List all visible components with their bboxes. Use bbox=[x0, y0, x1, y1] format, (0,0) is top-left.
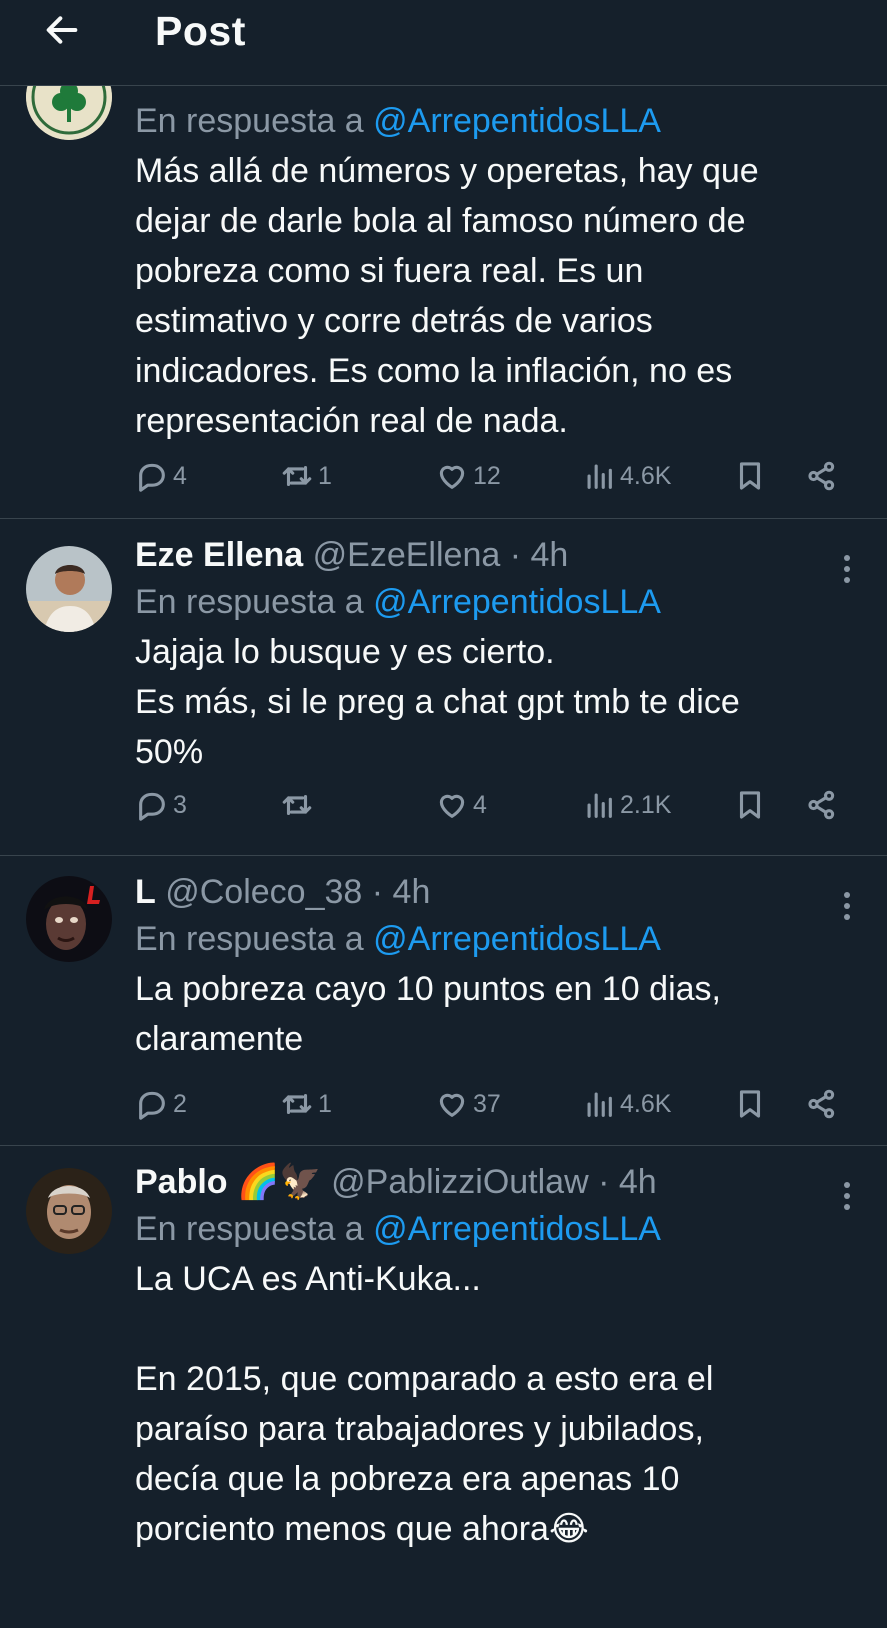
like-count: 37 bbox=[473, 1089, 501, 1118]
repost-icon bbox=[282, 1093, 312, 1115]
reply-icon bbox=[139, 463, 165, 492]
reply-count: 4 bbox=[173, 461, 187, 490]
repost-button[interactable] bbox=[280, 783, 318, 827]
views-button[interactable]: 2.1K bbox=[582, 783, 671, 827]
share-icon bbox=[808, 790, 835, 820]
tweet-text: Más allá de números y operetas, hay que … bbox=[135, 152, 759, 440]
views-button[interactable]: 4.6K bbox=[582, 1082, 671, 1126]
author-line: L @Coleco_38 · 4h bbox=[135, 870, 861, 914]
author-name[interactable]: Eze Ellena bbox=[135, 536, 303, 574]
tweet-text: Jajaja lo busque y es cierto. Es más, si… bbox=[135, 633, 740, 771]
views-icon bbox=[587, 1092, 612, 1117]
tweet-text: La pobreza cayo 10 puntos en 10 dias, cl… bbox=[135, 970, 721, 1058]
author-name[interactable]: Pablo 🌈🦅 bbox=[135, 1163, 322, 1201]
replies-feed: En respuesta a @ArrepentidosLLA Más allá… bbox=[0, 86, 887, 1628]
action-bar: 4 1 12 4.6K bbox=[135, 454, 860, 498]
share-icon bbox=[808, 461, 835, 491]
author-handle[interactable]: @PablizziOutlaw bbox=[331, 1163, 589, 1201]
bookmark-button[interactable] bbox=[733, 454, 767, 498]
reply-prefix: En respuesta a bbox=[135, 102, 364, 140]
repost-icon bbox=[282, 794, 312, 816]
reply-count: 3 bbox=[173, 790, 187, 819]
mention-link[interactable]: @ArrepentidosLLA bbox=[373, 583, 661, 621]
reply-count: 2 bbox=[173, 1089, 187, 1118]
top-bar: Post bbox=[0, 0, 887, 86]
mention-link[interactable]: @ArrepentidosLLA bbox=[373, 102, 661, 140]
views-count: 4.6K bbox=[620, 1089, 672, 1118]
more-options-icon[interactable] bbox=[837, 1176, 857, 1216]
repost-icon bbox=[282, 465, 312, 487]
like-button[interactable]: 12 bbox=[435, 454, 501, 498]
timestamp[interactable]: 4h bbox=[393, 873, 431, 911]
bookmark-icon bbox=[739, 1090, 761, 1118]
separator-dot: · bbox=[509, 536, 522, 574]
reply-prefix: En respuesta a bbox=[135, 1210, 364, 1248]
bookmark-icon bbox=[739, 791, 761, 819]
repost-count: 1 bbox=[318, 1089, 332, 1118]
action-bar: 3 4 2.1K bbox=[135, 783, 860, 827]
clover-avatar[interactable] bbox=[26, 86, 112, 140]
author-name[interactable]: L bbox=[135, 873, 156, 911]
author-line: Eze Ellena @EzeEllena · 4h bbox=[135, 533, 861, 577]
reply-tweet[interactable]: En respuesta a @ArrepentidosLLA Más allá… bbox=[0, 86, 887, 519]
views-count: 4.6K bbox=[620, 461, 672, 490]
author-handle[interactable]: @Coleco_38 bbox=[165, 873, 362, 911]
repost-button[interactable]: 1 bbox=[280, 1082, 332, 1126]
heart-icon bbox=[439, 794, 465, 818]
bookmark-icon bbox=[739, 462, 761, 490]
tweet-text: La UCA es Anti-Kuka... En 2015, que comp… bbox=[135, 1260, 714, 1548]
old-man-avatar[interactable] bbox=[26, 1168, 112, 1254]
views-button[interactable]: 4.6K bbox=[582, 454, 671, 498]
views-icon bbox=[587, 793, 612, 818]
share-icon bbox=[808, 1089, 835, 1119]
more-options-icon[interactable] bbox=[837, 549, 857, 589]
reply-button[interactable]: 4 bbox=[135, 454, 187, 498]
face-avatar[interactable] bbox=[26, 876, 112, 962]
separator-dot: · bbox=[371, 873, 384, 911]
reply-context: En respuesta a @ArrepentidosLLA bbox=[135, 1204, 861, 1254]
like-count: 4 bbox=[473, 790, 487, 819]
bookmark-button[interactable] bbox=[733, 783, 767, 827]
reply-button[interactable]: 2 bbox=[135, 1082, 187, 1126]
author-handle[interactable]: @EzeEllena bbox=[313, 536, 501, 574]
repost-button[interactable]: 1 bbox=[280, 454, 332, 498]
reply-icon bbox=[139, 1091, 165, 1120]
reply-context: En respuesta a @ArrepentidosLLA bbox=[135, 577, 861, 627]
back-arrow-icon[interactable] bbox=[38, 6, 86, 54]
views-count: 2.1K bbox=[620, 790, 672, 819]
reply-tweet[interactable]: Eze Ellena @EzeEllena · 4h En respuesta … bbox=[0, 519, 887, 856]
reply-prefix: En respuesta a bbox=[135, 583, 364, 621]
heart-icon bbox=[439, 465, 465, 489]
separator-dot: · bbox=[598, 1163, 610, 1201]
reply-context: En respuesta a @ArrepentidosLLA bbox=[135, 914, 861, 964]
reply-prefix: En respuesta a bbox=[135, 920, 364, 958]
page-title: Post bbox=[155, 8, 246, 54]
timestamp[interactable]: 4h bbox=[619, 1163, 657, 1201]
timestamp[interactable]: 4h bbox=[531, 536, 569, 574]
bookmark-button[interactable] bbox=[733, 1082, 767, 1126]
share-button[interactable] bbox=[805, 1082, 839, 1126]
mention-link[interactable]: @ArrepentidosLLA bbox=[373, 920, 661, 958]
share-button[interactable] bbox=[805, 454, 839, 498]
action-bar: 2 1 37 4.6K bbox=[135, 1082, 860, 1126]
reply-tweet[interactable]: Pablo 🌈🦅 @PablizziOutlaw · 4h En respues… bbox=[0, 1146, 887, 1628]
reply-icon bbox=[139, 792, 165, 821]
heart-icon bbox=[439, 1093, 465, 1117]
reply-tweet[interactable]: L @Coleco_38 · 4h En respuesta a @Arrepe… bbox=[0, 856, 887, 1146]
share-button[interactable] bbox=[805, 783, 839, 827]
more-options-icon[interactable] bbox=[837, 886, 857, 926]
like-count: 12 bbox=[473, 461, 501, 490]
mention-link[interactable]: @ArrepentidosLLA bbox=[373, 1210, 661, 1248]
author-line: Pablo 🌈🦅 @PablizziOutlaw · 4h bbox=[135, 1160, 861, 1204]
repost-count: 1 bbox=[318, 461, 332, 490]
like-button[interactable]: 37 bbox=[435, 1082, 501, 1126]
reply-button[interactable]: 3 bbox=[135, 783, 187, 827]
views-icon bbox=[587, 464, 612, 489]
like-button[interactable]: 4 bbox=[435, 783, 487, 827]
person-avatar[interactable] bbox=[26, 546, 112, 632]
reply-context: En respuesta a @ArrepentidosLLA bbox=[135, 96, 861, 146]
